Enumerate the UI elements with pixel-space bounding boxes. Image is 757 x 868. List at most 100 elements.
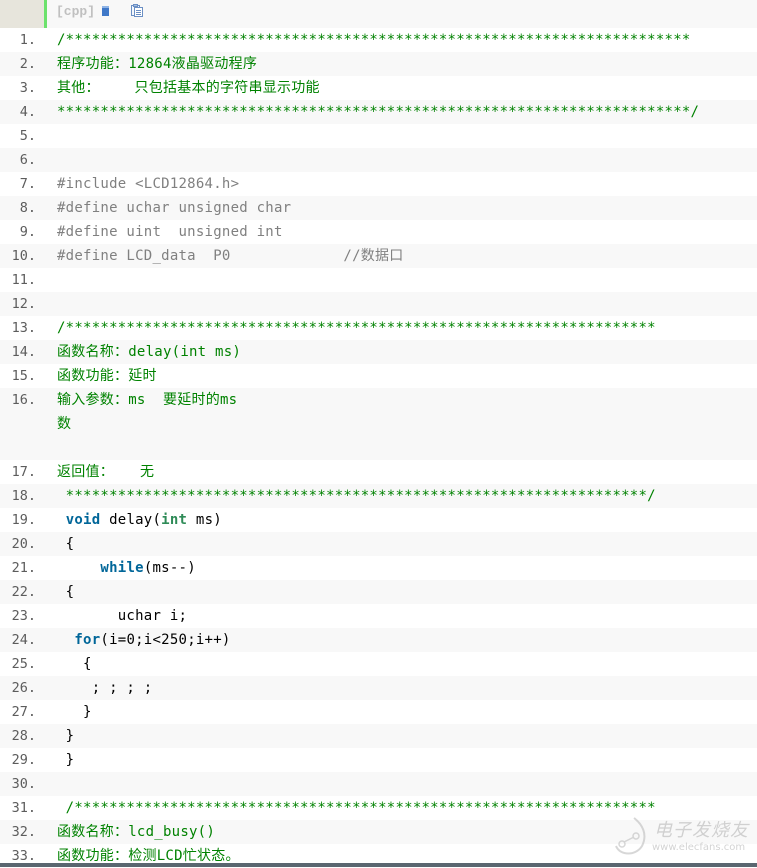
code-block: 1. /*************************************… xyxy=(0,28,757,868)
line-number: 14. xyxy=(11,344,36,360)
code-line: 4. **************************************… xyxy=(0,100,757,124)
line-text: 返回值： 无 xyxy=(57,464,155,480)
line-number: 26. xyxy=(11,680,36,696)
line-number: 32. xyxy=(11,824,36,840)
line-number: 17. xyxy=(11,464,36,480)
line-text: #define uint unsigned int xyxy=(57,224,283,240)
code-line: 9. #define uint unsigned int xyxy=(0,220,757,244)
keyword-token: int xyxy=(161,512,188,528)
line-text: /***************************************… xyxy=(57,320,656,336)
line-number: 18. xyxy=(11,488,36,504)
line-number: 27. xyxy=(11,704,36,720)
line-text: /***************************************… xyxy=(57,32,691,48)
line-number: 11. xyxy=(11,272,36,288)
line-text: 函数功能：延时 xyxy=(57,368,157,384)
watermark-brand: 电子发烧友 xyxy=(654,820,749,841)
line-text: for(i=0;i<250;i++) xyxy=(57,628,231,652)
code-line: 27. } xyxy=(0,700,757,724)
line-number: 12. xyxy=(11,296,36,312)
code-token: ms) xyxy=(187,512,222,528)
line-text: uchar i; xyxy=(57,608,188,624)
code-line: 20. { xyxy=(0,532,757,556)
code-line: 22. { xyxy=(0,580,757,604)
code-toolbar: [cpp] xyxy=(47,0,757,28)
line-text: } xyxy=(57,752,75,768)
line-number: 6. xyxy=(19,152,36,168)
watermark-url: www.elecfans.com xyxy=(652,842,746,853)
watermark: 电子发烧友 www.elecfans.com xyxy=(612,814,752,859)
line-text: void delay(int ms) xyxy=(57,508,222,532)
code-line: 14. 函数名称：delay(int ms) xyxy=(0,340,757,364)
line-text: ****************************************… xyxy=(57,104,700,120)
line-number: 28. xyxy=(11,728,36,744)
line-text: 其他： 只包括基本的字符串显示功能 xyxy=(57,80,320,96)
line-number: 31. xyxy=(11,800,36,816)
line-text: } xyxy=(57,728,75,744)
code-token: (i=0;i<250;i++) xyxy=(100,632,231,648)
keyword-token: void xyxy=(65,512,101,528)
line-text: { xyxy=(57,656,92,672)
code-line: 17. 返回值： 无 xyxy=(0,460,757,484)
line-number: 19. xyxy=(11,512,36,528)
watermark-logo-icon xyxy=(615,817,646,855)
code-line: 30. xyxy=(0,772,757,796)
code-line: 10. #define LCD_data P0 //数据口 xyxy=(0,244,757,268)
code-line: 6. xyxy=(0,148,757,172)
line-text: { xyxy=(57,536,75,552)
line-text: /***************************************… xyxy=(57,800,656,816)
code-line: 1. /*************************************… xyxy=(0,28,757,52)
line-text: } xyxy=(57,704,92,720)
code-line: 29. } xyxy=(0,748,757,772)
line-number: 3. xyxy=(19,80,36,96)
line-number: 13. xyxy=(11,320,36,336)
line-text: ****************************************… xyxy=(57,488,656,504)
line-text: { xyxy=(57,584,75,600)
code-line: 11. xyxy=(0,268,757,292)
line-number: 9. xyxy=(19,224,36,240)
line-number: 5. xyxy=(19,128,36,144)
code-line: 18. ************************************… xyxy=(0,484,757,508)
code-line: 2. 程序功能：12864液晶驱动程序 xyxy=(0,52,757,76)
code-line: 15. 函数功能：延时 xyxy=(0,364,757,388)
wrapped-text: 数 xyxy=(57,416,71,432)
line-number: 25. xyxy=(11,656,36,672)
line-number: 30. xyxy=(11,776,36,792)
line-number: 24. xyxy=(11,632,36,648)
line-number: 7. xyxy=(19,176,36,192)
line-number: 22. xyxy=(11,584,36,600)
line-text: ; ; ; ; xyxy=(57,680,153,696)
line-text: #define uchar unsigned char xyxy=(57,200,292,216)
line-number: 29. xyxy=(11,752,36,768)
bottom-bar xyxy=(0,863,757,867)
line-number: 2. xyxy=(19,56,36,72)
code-line: 5. xyxy=(0,124,757,148)
code-line: 8. #define uchar unsigned char xyxy=(0,196,757,220)
keyword-token: while xyxy=(100,560,144,576)
code-line: 25. { xyxy=(0,652,757,676)
line-number: 8. xyxy=(19,200,36,216)
code-line: 24. for(i=0;i<250;i++) xyxy=(0,628,757,652)
line-number: 10. xyxy=(11,248,36,264)
code-line: 7. #include <LCD12864.h> xyxy=(0,172,757,196)
code-line: 13. /************************************… xyxy=(0,316,757,340)
line-text: 输入参数：ms 要延时的ms xyxy=(57,392,238,408)
code-line: 12. xyxy=(0,292,757,316)
line-number: 15. xyxy=(11,368,36,384)
code-line: 26. ; ; ; ; xyxy=(0,676,757,700)
copy-icon[interactable] xyxy=(131,4,143,17)
line-number: 23. xyxy=(11,608,36,624)
code-token: (ms--) xyxy=(143,560,196,576)
line-number: 16. xyxy=(11,392,36,408)
keyword-token: for xyxy=(74,632,101,648)
line-number: 4. xyxy=(19,104,36,120)
line-text: 函数名称：lcd_busy() xyxy=(57,824,216,840)
line-number: 21. xyxy=(11,560,36,576)
line-text: #define LCD_data P0 //数据口 xyxy=(57,248,404,264)
code-line: 19. void delay(int ms) xyxy=(0,508,757,532)
code-line: 28. } xyxy=(0,724,757,748)
language-label: [cpp] xyxy=(56,4,96,19)
view-source-icon[interactable] xyxy=(102,6,109,16)
code-line: 21. while(ms--) xyxy=(0,556,757,580)
